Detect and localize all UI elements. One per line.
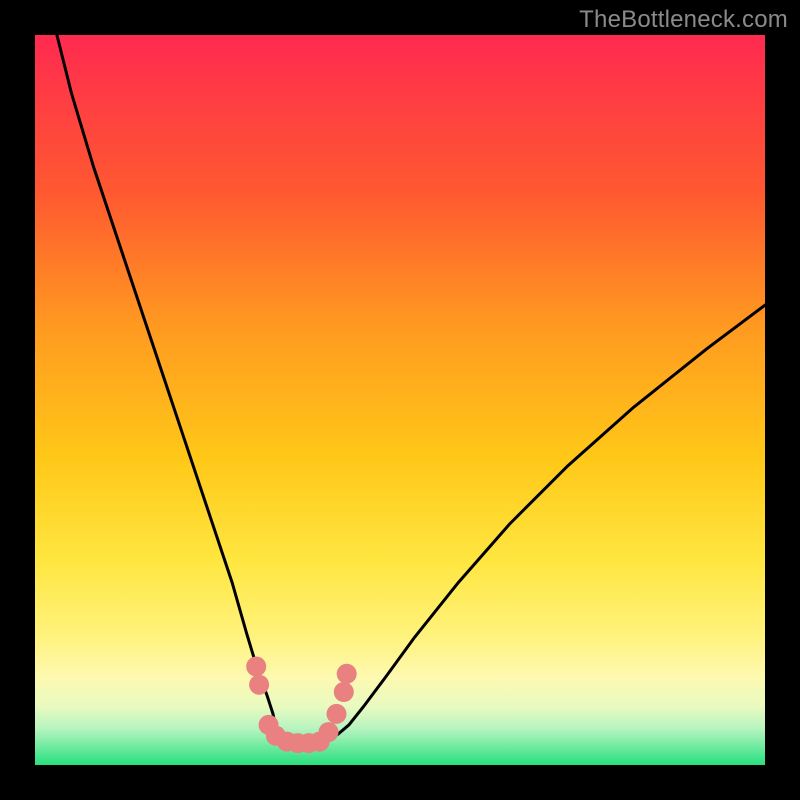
data-point	[246, 657, 266, 677]
data-point	[334, 682, 354, 702]
data-point	[319, 722, 339, 742]
data-point	[327, 704, 347, 724]
bottleneck-chart	[35, 35, 765, 765]
data-point	[249, 675, 269, 695]
chart-frame: TheBottleneck.com	[0, 0, 800, 800]
watermark-text: TheBottleneck.com	[579, 6, 788, 34]
plot-area	[35, 35, 765, 765]
data-point	[337, 664, 357, 684]
